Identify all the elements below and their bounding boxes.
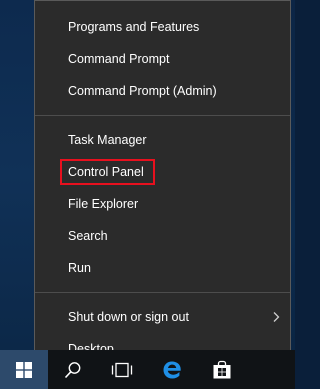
search-button[interactable]: [50, 350, 96, 389]
taskbar: [0, 350, 295, 389]
store-icon: [213, 360, 231, 378]
menu-item-search[interactable]: Search: [35, 220, 290, 252]
menu-item-command-prompt[interactable]: Command Prompt: [35, 43, 290, 75]
store-button[interactable]: [198, 350, 246, 389]
menu-item-shut-down-or-sign-out[interactable]: Shut down or sign out: [35, 301, 290, 333]
chevron-right-icon: [273, 312, 280, 322]
menu-separator: [35, 115, 290, 116]
edge-browser-button[interactable]: [148, 350, 196, 389]
menu-separator: [35, 292, 290, 293]
power-user-menu: Programs and Features Command Prompt Com…: [34, 0, 291, 356]
desktop-wallpaper: [0, 0, 34, 350]
menu-group-tools: Programs and Features Command Prompt Com…: [35, 11, 290, 107]
task-view-button[interactable]: [98, 350, 146, 389]
edge-browser-icon: [163, 361, 181, 378]
menu-item-file-explorer[interactable]: File Explorer: [35, 188, 290, 220]
start-button[interactable]: [0, 350, 48, 389]
menu-item-programs-and-features[interactable]: Programs and Features: [35, 11, 290, 43]
task-view-icon: [111, 362, 133, 377]
highlight-box: [60, 159, 155, 185]
search-icon: [64, 361, 81, 378]
desktop: Programs and Features Command Prompt Com…: [0, 0, 295, 389]
menu-group-system: Task Manager Control Panel File Explorer…: [35, 124, 290, 284]
menu-item-control-panel[interactable]: Control Panel: [35, 156, 290, 188]
menu-item-task-manager[interactable]: Task Manager: [35, 124, 290, 156]
windows-start-icon: [16, 361, 32, 378]
menu-item-command-prompt-admin[interactable]: Command Prompt (Admin): [35, 75, 290, 107]
menu-item-run[interactable]: Run: [35, 252, 290, 284]
menu-item-shut-down-label: Shut down or sign out: [68, 310, 189, 324]
